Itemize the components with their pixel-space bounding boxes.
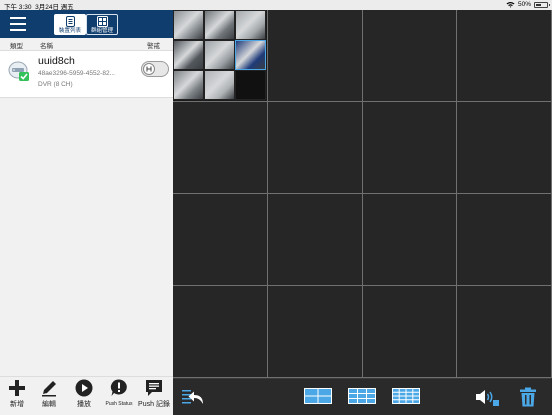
layout-4x4-icon[interactable] bbox=[392, 388, 420, 404]
camera-thumbnail bbox=[235, 10, 266, 40]
video-grid bbox=[173, 10, 552, 378]
device-list-header: 類型 名稱 警戒 bbox=[0, 39, 173, 50]
video-cell[interactable] bbox=[457, 286, 552, 378]
video-cell[interactable] bbox=[173, 10, 268, 102]
device-row[interactable]: uuid8ch 48ae3296-5959-4552-82... DVR (8 … bbox=[0, 50, 173, 98]
back-icon[interactable] bbox=[181, 387, 207, 407]
column-alarm: 警戒 bbox=[147, 43, 160, 50]
device-sidebar: 裝置列表 群組管理 類型 名稱 警戒 uuid8ch 48ae3296-5959… bbox=[0, 10, 173, 415]
video-cell[interactable] bbox=[268, 194, 363, 286]
camera-thumbnail bbox=[173, 40, 204, 70]
plus-icon bbox=[9, 380, 25, 396]
add-device-button[interactable]: 新增 bbox=[0, 377, 34, 415]
sidebar-nav: 裝置列表 群組管理 bbox=[0, 10, 173, 38]
wifi-icon bbox=[506, 2, 515, 8]
video-cell[interactable] bbox=[173, 194, 268, 286]
device-name: uuid8ch bbox=[38, 55, 75, 67]
layout-3x3-icon[interactable] bbox=[348, 388, 376, 404]
video-cell[interactable] bbox=[268, 10, 363, 102]
battery-level-fill bbox=[536, 3, 541, 6]
edit-device-label: 編輯 bbox=[42, 401, 56, 408]
column-name: 名稱 bbox=[40, 43, 53, 50]
play-button[interactable]: 播放 bbox=[67, 377, 101, 415]
video-cell[interactable] bbox=[268, 102, 363, 194]
video-cell[interactable] bbox=[457, 194, 552, 286]
device-uuid: 48ae3296-5959-4552-82... bbox=[38, 70, 115, 77]
video-toolbar bbox=[173, 378, 552, 415]
push-log-button[interactable]: Push 記錄 bbox=[137, 377, 171, 415]
edit-device-button[interactable]: 編輯 bbox=[32, 377, 66, 415]
alarm-toggle[interactable] bbox=[141, 61, 169, 77]
camera-thumbnail bbox=[204, 10, 235, 40]
column-type: 類型 bbox=[10, 43, 23, 50]
video-cell[interactable] bbox=[363, 102, 457, 194]
toggle-knob bbox=[143, 63, 155, 75]
message-icon bbox=[146, 380, 162, 396]
audio-icon[interactable] bbox=[474, 387, 500, 407]
push-status-label: Push Status bbox=[105, 401, 133, 407]
video-cell[interactable] bbox=[457, 102, 552, 194]
alarm-shield-icon bbox=[146, 66, 152, 72]
video-cell[interactable] bbox=[363, 194, 457, 286]
group-grid-icon bbox=[96, 16, 108, 27]
hamburger-menu-icon[interactable] bbox=[10, 17, 26, 31]
video-cell[interactable] bbox=[173, 102, 268, 194]
sidebar-toolbar: 新增 編輯 播放 Push Status Push 記錄 bbox=[0, 376, 173, 415]
camera-thumbnail bbox=[235, 70, 266, 100]
camera-thumbnail bbox=[204, 70, 235, 100]
status-bar: 下午 3:30 3月24日 週五 50% bbox=[0, 0, 552, 11]
push-log-label: Push 記錄 bbox=[138, 401, 170, 408]
camera-thumbnail bbox=[173, 10, 204, 40]
battery-icon bbox=[534, 1, 550, 8]
push-alert-icon bbox=[110, 379, 127, 396]
dvr-device-icon bbox=[8, 61, 29, 81]
tab-device-list[interactable]: 裝置列表 bbox=[54, 14, 86, 35]
video-cell[interactable] bbox=[173, 286, 268, 378]
video-cell[interactable] bbox=[363, 10, 457, 102]
camera-thumbnail bbox=[235, 40, 266, 70]
camera-thumbnail bbox=[173, 70, 204, 100]
tab-group-manage-label: 群組管理 bbox=[90, 28, 113, 34]
battery-percent: 50% bbox=[517, 1, 531, 8]
layout-2x2-icon[interactable] bbox=[304, 388, 332, 404]
play-icon bbox=[75, 379, 93, 397]
push-status-button[interactable]: Push Status bbox=[102, 377, 136, 415]
pencil-icon bbox=[42, 381, 56, 397]
tab-group-manage[interactable]: 群組管理 bbox=[86, 14, 118, 35]
device-type: DVR (8 CH) bbox=[38, 81, 73, 88]
video-cell[interactable] bbox=[363, 286, 457, 378]
trash-icon[interactable] bbox=[518, 387, 538, 407]
camera-thumbnail bbox=[204, 40, 235, 70]
tab-device-list-label: 裝置列表 bbox=[58, 28, 81, 34]
play-label: 播放 bbox=[77, 401, 91, 408]
add-device-label: 新增 bbox=[10, 401, 24, 408]
video-cell[interactable] bbox=[457, 10, 552, 102]
video-cell[interactable] bbox=[268, 286, 363, 378]
device-list-icon bbox=[65, 16, 75, 27]
